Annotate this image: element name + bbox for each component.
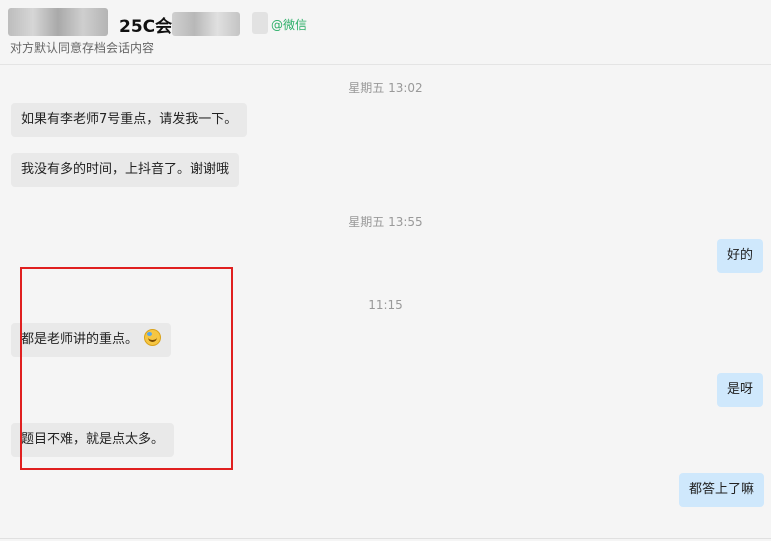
blurred-name-block-2 xyxy=(172,12,240,36)
message-text: 是呀 xyxy=(727,382,754,397)
message-text: 好的 xyxy=(727,248,754,263)
chat-header: 25C会 @微信 对方默认同意存档会话内容 xyxy=(0,0,771,65)
chat-title[interactable]: 25C会 xyxy=(119,12,172,37)
divider xyxy=(0,538,771,539)
message-text: 如果有李老师7号重点，请发我一下。 xyxy=(21,112,238,127)
message-bubble[interactable]: 是呀 xyxy=(717,373,764,407)
message-bubble[interactable]: 好的 xyxy=(717,239,764,273)
message-text: 都答上了嘛 xyxy=(689,482,755,497)
message-bubble[interactable]: 我没有多的时间，上抖音了。谢谢哦 xyxy=(11,153,240,187)
timestamp: 星期五 13:55 xyxy=(348,215,423,229)
archive-notice: 对方默认同意存档会话内容 xyxy=(10,41,155,55)
highlight-annotation-box xyxy=(20,267,233,470)
blurred-name-block-3 xyxy=(252,12,268,34)
message-text: 我没有多的时间，上抖音了。谢谢哦 xyxy=(21,162,230,177)
blurred-name-block xyxy=(8,8,108,36)
message-bubble[interactable]: 都答上了嘛 xyxy=(679,473,765,507)
wechat-tag: @微信 xyxy=(271,18,308,32)
message-bubble[interactable]: 如果有李老师7号重点，请发我一下。 xyxy=(11,103,248,137)
timestamp: 星期五 13:02 xyxy=(348,81,423,95)
